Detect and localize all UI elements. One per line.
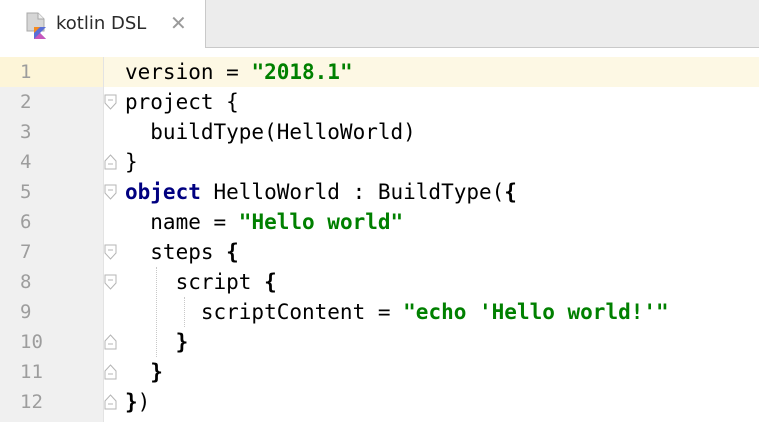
code-text: steps {: [125, 237, 239, 267]
fold-open-icon[interactable]: [104, 274, 117, 290]
editor-tab-bar: kotlin DSL ✕: [0, 0, 759, 48]
line-number: 8: [20, 271, 32, 293]
line-number: 7: [20, 241, 32, 263]
code-text: buildType(HelloWorld): [125, 117, 416, 147]
code-token: {: [226, 90, 239, 114]
code-text: script {: [125, 267, 277, 297]
code-token: steps: [125, 240, 227, 264]
code-token: {: [226, 240, 239, 264]
code-token: project: [125, 90, 227, 114]
code-token: ): [137, 390, 151, 414]
code-token: scriptContent =: [125, 300, 404, 324]
fold-open-icon[interactable]: [104, 94, 117, 110]
tab-label: kotlin DSL: [56, 13, 147, 34]
code-token: HelloWorld : BuildType(: [200, 180, 505, 204]
line-number: 4: [20, 151, 32, 173]
line-number: 3: [20, 121, 32, 143]
indent-guide: [156, 267, 158, 357]
code-text: }): [125, 387, 150, 417]
code-text: version = "2018.1": [125, 57, 353, 87]
fold-close-icon[interactable]: [104, 394, 117, 410]
fold-open-icon[interactable]: [104, 184, 117, 200]
kotlin-file-icon: [26, 12, 46, 39]
line-number: 9: [20, 301, 32, 323]
fold-close-icon[interactable]: [104, 364, 117, 380]
code-line[interactable]: 3 buildType(HelloWorld): [0, 117, 759, 147]
code-token: name =: [125, 210, 239, 234]
code-token: }: [125, 150, 138, 174]
line-number: 6: [20, 211, 32, 233]
string-token: "echo 'Hello world!'": [403, 300, 669, 324]
code-line[interactable]: 9 scriptContent = "echo 'Hello world!'": [0, 297, 759, 327]
code-token: {: [504, 180, 517, 204]
code-token: version =: [125, 60, 252, 84]
string-token: "Hello world": [238, 210, 404, 234]
keyword-token: object: [125, 180, 201, 204]
line-number: 10: [20, 331, 43, 353]
fold-close-icon[interactable]: [104, 154, 117, 170]
code-token: }: [150, 360, 163, 384]
code-token: script: [125, 270, 265, 294]
code-text: }: [125, 357, 163, 387]
indent-guide: [184, 297, 186, 327]
code-text: object HelloWorld : BuildType({: [125, 177, 517, 207]
code-line[interactable]: 6 name = "Hello world": [0, 207, 759, 237]
fold-close-icon[interactable]: [104, 334, 117, 350]
code-token: buildType(HelloWorld): [125, 120, 416, 144]
tab-kotlin-dsl[interactable]: kotlin DSL ✕: [0, 0, 206, 48]
line-number: 2: [20, 91, 32, 113]
code-token: }: [175, 330, 189, 354]
code-text: name = "Hello world": [125, 207, 403, 237]
line-number: 1: [20, 61, 32, 83]
code-token: }: [125, 390, 138, 414]
line-number: 11: [20, 361, 43, 383]
code-text: scriptContent = "echo 'Hello world!'": [125, 297, 669, 327]
close-icon[interactable]: ✕: [170, 11, 187, 35]
line-number: 5: [20, 181, 32, 203]
code-text: }: [125, 147, 138, 177]
code-token: {: [264, 270, 277, 294]
string-token: "2018.1": [251, 60, 353, 84]
fold-open-icon[interactable]: [104, 244, 117, 260]
code-text: project {: [125, 87, 239, 117]
line-number: 12: [20, 391, 43, 413]
code-line[interactable]: 1 version = "2018.1": [0, 57, 759, 87]
